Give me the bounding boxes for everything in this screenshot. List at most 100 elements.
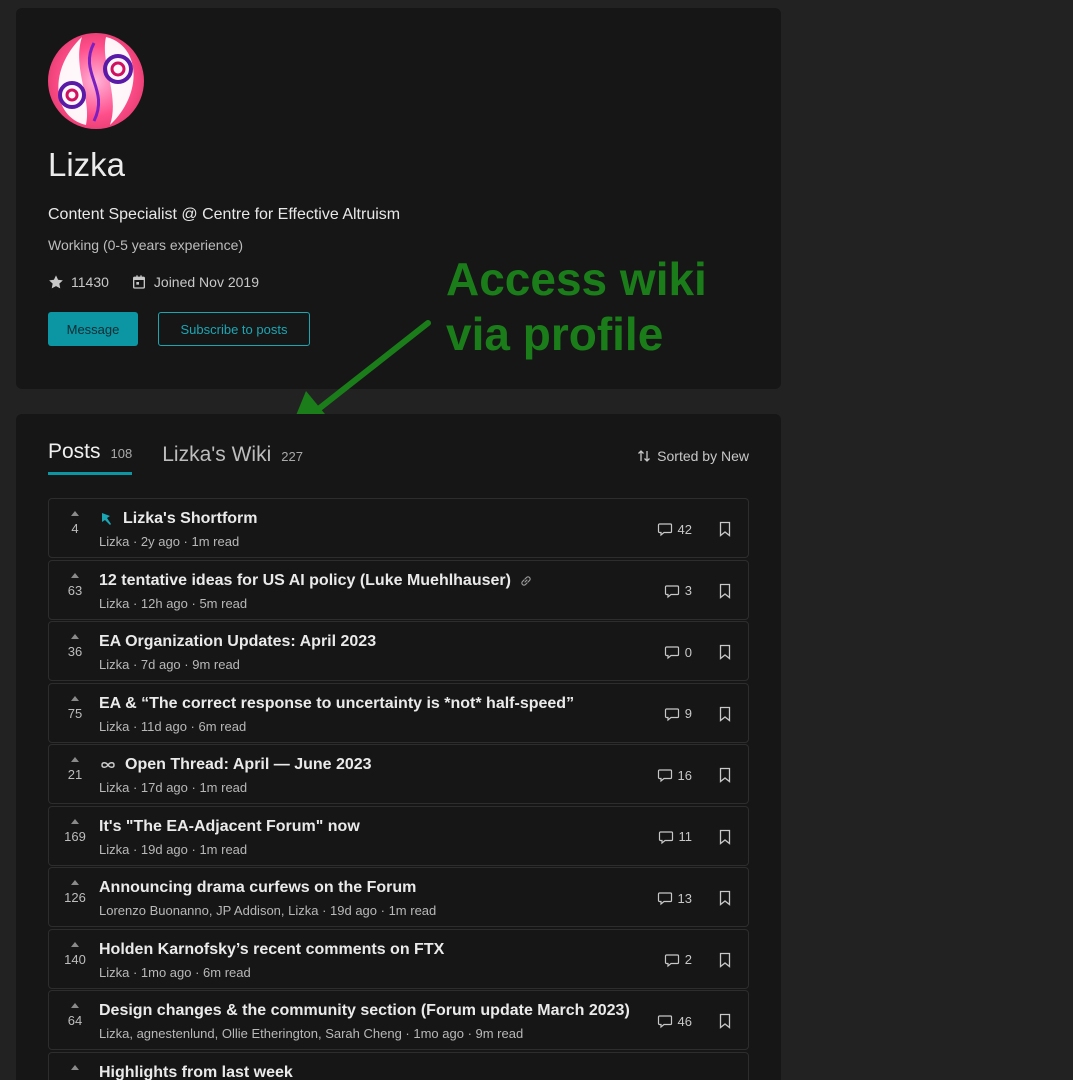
vote-control: 126 bbox=[57, 880, 93, 905]
post-meta: Lorenzo Buonanno, JP Addison, Lizka · 19… bbox=[99, 903, 437, 918]
upvote-arrow-icon[interactable] bbox=[71, 880, 79, 885]
message-button[interactable]: Message bbox=[48, 312, 138, 346]
bookmark-icon[interactable] bbox=[718, 1013, 732, 1034]
post-title[interactable]: Design changes & the community section (… bbox=[99, 1002, 630, 1020]
post-item[interactable]: 4 Lizka's Shortform Lizka · 2y ago · 1m … bbox=[48, 498, 749, 558]
bookmark-icon[interactable] bbox=[718, 706, 732, 727]
post-item[interactable]: 21 Open Thread: April — June 2023 Lizka … bbox=[48, 744, 749, 804]
post-item[interactable]: 169 It's "The EA-Adjacent Forum" now Liz… bbox=[48, 805, 749, 866]
profile-page: Lizka Content Specialist @ Centre for Ef… bbox=[0, 0, 1073, 1080]
comments-count[interactable]: 46 bbox=[657, 1013, 692, 1029]
vote-control: 36 bbox=[57, 634, 93, 659]
upvote-arrow-icon[interactable] bbox=[71, 1064, 79, 1070]
post-title[interactable]: Lizka's Shortform bbox=[99, 510, 258, 528]
pin-icon bbox=[99, 511, 115, 527]
post-item[interactable]: Highlights from last week bbox=[48, 1051, 749, 1080]
sort-label: Sorted by New bbox=[657, 448, 749, 464]
comments-count[interactable]: 13 bbox=[657, 890, 692, 906]
post-title[interactable]: Open Thread: April — June 2023 bbox=[99, 756, 372, 774]
post-title[interactable]: 12 tentative ideas for US AI policy (Luk… bbox=[99, 572, 533, 590]
post-title[interactable]: Announcing drama curfews on the Forum bbox=[99, 879, 416, 897]
post-meta: Lizka · 2y ago · 1m read bbox=[99, 534, 240, 549]
post-item[interactable]: 36 EA Organization Updates: April 2023 L… bbox=[48, 621, 749, 681]
post-item[interactable]: 75 EA & “The correct response to uncerta… bbox=[48, 682, 749, 743]
bookmark-icon[interactable] bbox=[718, 644, 732, 665]
joined-stat: Joined Nov 2019 bbox=[131, 274, 259, 290]
post-meta: Lizka · 19d ago · 1m read bbox=[99, 841, 248, 857]
bookmark-icon[interactable] bbox=[718, 952, 732, 973]
bookmark-icon[interactable] bbox=[718, 583, 732, 604]
upvote-arrow-icon[interactable] bbox=[71, 941, 79, 947]
profile-stats: 11430 Joined Nov 2019 bbox=[48, 274, 281, 290]
comment-icon bbox=[657, 523, 672, 537]
post-title-text: Lizka's Shortform bbox=[123, 510, 258, 527]
upvote-arrow-icon[interactable] bbox=[71, 572, 79, 578]
comments-value: 9 bbox=[684, 706, 692, 721]
avatar[interactable] bbox=[48, 33, 144, 129]
comments-count[interactable]: 3 bbox=[664, 583, 692, 599]
post-title[interactable]: EA & “The correct response to uncertaint… bbox=[99, 695, 574, 713]
upvote-arrow-icon[interactable] bbox=[71, 818, 79, 824]
comments-value: 13 bbox=[677, 890, 692, 906]
vote-control: 4 bbox=[57, 511, 93, 536]
post-meta: Lizka, agnestenlund, Ollie Etherington, … bbox=[99, 1026, 524, 1041]
upvote-arrow-icon[interactable] bbox=[71, 757, 79, 762]
post-title[interactable]: Highlights from last week bbox=[99, 1064, 293, 1080]
vote-control: 64 bbox=[57, 1003, 93, 1028]
vote-control: 21 bbox=[57, 757, 93, 782]
bookmark-icon[interactable] bbox=[718, 829, 732, 850]
joined-date: Joined Nov 2019 bbox=[153, 274, 259, 290]
post-title[interactable]: Holden Karnofsky’s recent comments on FT… bbox=[99, 941, 444, 959]
post-meta: Lizka · 12h ago · 5m read bbox=[99, 595, 248, 611]
tab-posts[interactable]: Posts 108 bbox=[48, 440, 133, 475]
comments-count[interactable]: 0 bbox=[664, 644, 692, 660]
post-title-text: Design changes & the community section (… bbox=[99, 1002, 630, 1019]
post-title-text: Open Thread: April — June 2023 bbox=[125, 756, 372, 773]
calendar-icon bbox=[132, 275, 145, 289]
upvote-arrow-icon[interactable] bbox=[71, 634, 79, 639]
post-item[interactable]: 126 Announcing drama curfews on the Foru… bbox=[48, 867, 749, 927]
karma-value: 11430 bbox=[71, 274, 109, 290]
bookmark-icon[interactable] bbox=[718, 521, 732, 542]
vote-control: 75 bbox=[57, 695, 93, 721]
comments-value: 11 bbox=[678, 829, 693, 844]
upvote-arrow-icon[interactable] bbox=[71, 1003, 79, 1008]
post-title[interactable]: EA Organization Updates: April 2023 bbox=[99, 633, 376, 651]
profile-headline: Content Specialist @ Centre for Effectiv… bbox=[48, 206, 401, 223]
post-title-text: Holden Karnofsky’s recent comments on FT… bbox=[99, 940, 445, 958]
post-item[interactable]: 63 12 tentative ideas for US AI policy (… bbox=[48, 559, 749, 620]
comments-count[interactable]: 11 bbox=[658, 829, 693, 845]
comment-icon bbox=[664, 953, 679, 967]
annotation-text: Access wiki via profile bbox=[446, 253, 707, 360]
comments-count[interactable]: 16 bbox=[657, 767, 692, 783]
vote-control: 169 bbox=[57, 818, 93, 844]
comments-count[interactable]: 9 bbox=[664, 706, 692, 722]
comment-icon bbox=[657, 769, 672, 783]
comment-icon bbox=[657, 1015, 672, 1029]
post-title-text: EA Organization Updates: April 2023 bbox=[99, 633, 377, 650]
sort-control[interactable]: Sorted by New bbox=[637, 448, 749, 464]
upvote-arrow-icon[interactable] bbox=[71, 511, 79, 516]
tab-count: 227 bbox=[281, 449, 303, 464]
tab-wiki[interactable]: Lizka's Wiki 227 bbox=[162, 443, 303, 475]
comments-count[interactable]: 2 bbox=[664, 952, 692, 968]
post-title[interactable]: It's "The EA-Adjacent Forum" now bbox=[99, 818, 360, 836]
comments-count[interactable]: 42 bbox=[657, 521, 692, 537]
comments-value: 0 bbox=[684, 644, 692, 660]
comment-icon bbox=[664, 707, 679, 721]
post-item[interactable]: 140 Holden Karnofsky’s recent comments o… bbox=[48, 928, 749, 989]
tab-count: 108 bbox=[110, 446, 133, 461]
bookmark-icon[interactable] bbox=[718, 890, 732, 911]
post-score: 75 bbox=[67, 705, 83, 721]
post-title-text: 12 tentative ideas for US AI policy (Luk… bbox=[99, 571, 511, 589]
comment-icon bbox=[657, 892, 672, 906]
post-score: 169 bbox=[64, 828, 86, 844]
vote-control bbox=[57, 1064, 93, 1075]
upvote-arrow-icon[interactable] bbox=[71, 695, 79, 701]
bookmark-icon[interactable] bbox=[718, 767, 732, 788]
comments-value: 3 bbox=[684, 583, 692, 598]
post-meta: Lizka · 11d ago · 6m read bbox=[99, 718, 247, 734]
post-meta: Lizka · 7d ago · 9m read bbox=[99, 657, 240, 672]
post-item[interactable]: 64 Design changes & the community sectio… bbox=[48, 990, 749, 1050]
comments-value: 46 bbox=[677, 1013, 692, 1029]
